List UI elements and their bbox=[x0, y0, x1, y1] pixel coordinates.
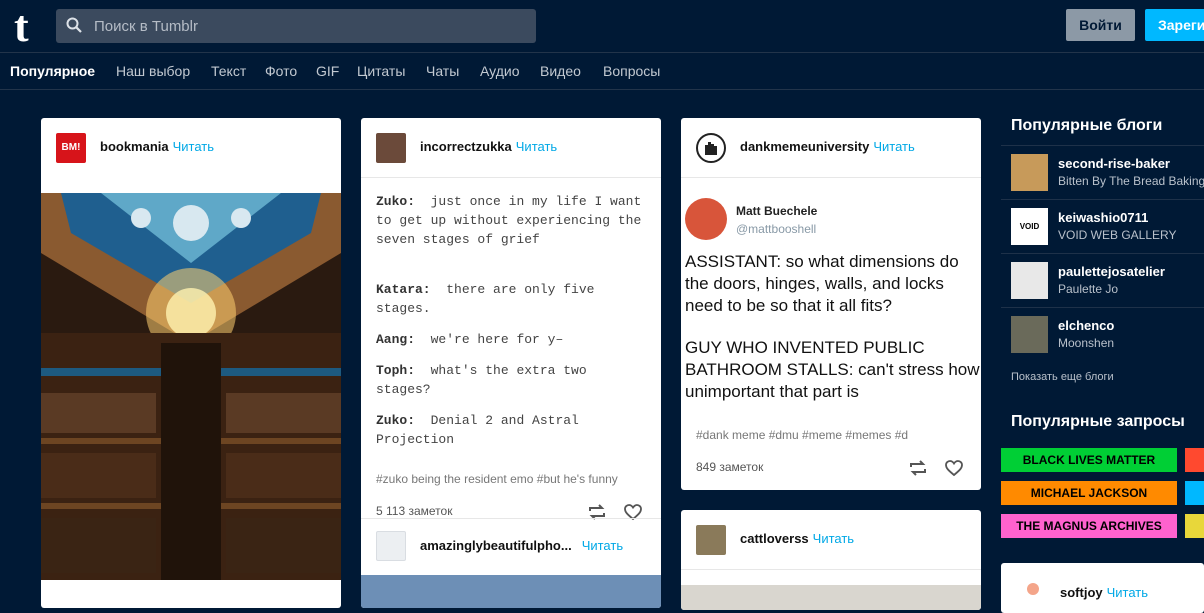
notes-count[interactable]: 5 113 заметок bbox=[376, 504, 452, 518]
query-michael-jackson[interactable]: MICHAEL JACKSON bbox=[1001, 481, 1177, 505]
blog-name: incorrectzukka Читать bbox=[420, 139, 557, 154]
library-photo[interactable] bbox=[41, 193, 341, 580]
blog-name[interactable]: second-rise-baker bbox=[1058, 156, 1170, 171]
login-button[interactable]: Войти bbox=[1066, 9, 1135, 41]
explore-tabs: Популярное Наш выбор Текст Фото GIF Цита… bbox=[0, 54, 1204, 90]
blog-name: bookmania Читать bbox=[100, 139, 214, 154]
query-chip[interactable] bbox=[1185, 481, 1204, 505]
tab-gif[interactable]: GIF bbox=[316, 63, 339, 79]
blog-name-link[interactable]: amazinglybeautifulpho... bbox=[420, 538, 572, 553]
divider bbox=[361, 518, 661, 519]
post-header: BM! bookmania Читать bbox=[41, 118, 341, 176]
avatar[interactable] bbox=[1011, 316, 1048, 353]
blog-title: VOID WEB GALLERY bbox=[1058, 228, 1177, 242]
tab-audio[interactable]: Аудио bbox=[480, 63, 520, 79]
blog-name-link[interactable]: cattloverss bbox=[740, 531, 809, 546]
show-more-blogs-link[interactable]: Показать еще блоги bbox=[1011, 371, 1114, 383]
post-card: cattloverss Читать bbox=[681, 510, 981, 610]
blog-name[interactable]: elchenco bbox=[1058, 318, 1114, 333]
tab-popular[interactable]: Популярное bbox=[10, 63, 95, 79]
blog-title: Bitten By The Bread Baking Bug bbox=[1058, 174, 1204, 188]
avatar[interactable] bbox=[376, 531, 406, 561]
tweet-handle: @mattbooshell bbox=[736, 222, 817, 236]
divider bbox=[681, 569, 981, 570]
post-card: BM! bookmania Читать bbox=[41, 118, 341, 608]
query-the-magnus-archives[interactable]: THE MAGNUS ARCHIVES bbox=[1001, 514, 1177, 538]
blog-name-link[interactable]: dankmemeuniversity bbox=[740, 139, 869, 154]
sky-photo[interactable] bbox=[361, 575, 661, 608]
post-header: dankmemeuniversity Читать bbox=[681, 118, 981, 176]
tab-staff-picks[interactable]: Наш выбор bbox=[116, 63, 190, 79]
avatar[interactable] bbox=[1027, 583, 1039, 595]
post-card: dankmemeuniversity Читать Matt Buechele @… bbox=[681, 118, 981, 490]
post-photo[interactable] bbox=[681, 585, 981, 610]
tumblr-logo[interactable]: t bbox=[14, 5, 42, 49]
blog-name: amazinglybeautifulpho... Читать bbox=[420, 538, 623, 553]
avatar[interactable] bbox=[1011, 154, 1048, 191]
follow-link[interactable]: Читать bbox=[582, 538, 623, 553]
avatar[interactable] bbox=[376, 133, 406, 163]
tab-text[interactable]: Текст bbox=[211, 63, 246, 79]
follow-link[interactable]: Читать bbox=[873, 139, 914, 154]
blog-name: cattloverss Читать bbox=[740, 531, 854, 546]
blog-row[interactable]: second-rise-baker Bitten By The Bread Ba… bbox=[1001, 145, 1204, 197]
popular-queries-title: Популярные запросы bbox=[1011, 413, 1185, 430]
post-card: incorrectzukka Читать Zuko: just once in … bbox=[361, 118, 661, 608]
search-input[interactable] bbox=[94, 9, 524, 43]
search-box[interactable] bbox=[56, 9, 536, 43]
blog-name[interactable]: keiwashio0711 bbox=[1058, 210, 1148, 225]
query-chip[interactable] bbox=[1185, 514, 1204, 538]
post-header: incorrectzukka Читать bbox=[361, 118, 661, 176]
tweet-text: GUY WHO INVENTED PUBLIC BATHROOM STALLS:… bbox=[685, 338, 980, 401]
avatar[interactable]: BM! bbox=[56, 133, 86, 163]
notes-count[interactable]: 849 заметок bbox=[696, 460, 763, 474]
blog-name: dankmemeuniversity Читать bbox=[740, 139, 915, 154]
popular-blogs-title: Популярные блоги bbox=[1011, 117, 1163, 134]
avatar[interactable] bbox=[1011, 262, 1048, 299]
blog-name-link[interactable]: incorrectzukka bbox=[420, 139, 512, 154]
blog-title: Moonshen bbox=[1058, 336, 1115, 350]
blog-row[interactable]: VOID keiwashio0711 VOID WEB GALLERY bbox=[1001, 199, 1204, 251]
chat-line: Toph: what's the extra two stages? bbox=[376, 363, 587, 397]
divider bbox=[361, 177, 661, 178]
tweet-author: Matt Buechele bbox=[736, 204, 818, 218]
tab-photo[interactable]: Фото bbox=[265, 63, 297, 79]
chat-line: Katara: there are only five stages. bbox=[376, 282, 595, 316]
query-black-lives-matter[interactable]: BLACK LIVES MATTER bbox=[1001, 448, 1177, 472]
tab-video[interactable]: Видео bbox=[540, 63, 581, 79]
avatar[interactable]: VOID bbox=[1011, 208, 1048, 245]
blog-row[interactable]: elchenco Moonshen bbox=[1001, 307, 1204, 359]
chat-line: Aang: we're here for y– bbox=[376, 332, 564, 347]
query-chip[interactable] bbox=[1185, 448, 1204, 472]
follow-link[interactable]: Читать bbox=[173, 139, 214, 154]
search-icon bbox=[66, 17, 82, 33]
blog-title: Paulette Jo bbox=[1058, 282, 1119, 296]
tweet-avatar bbox=[685, 198, 727, 240]
blog-name-link[interactable]: softjoy bbox=[1060, 585, 1103, 600]
avatar[interactable] bbox=[696, 525, 726, 555]
follow-link[interactable]: Читать bbox=[1107, 585, 1148, 600]
top-bar: t Войти Зарегистрироваться bbox=[0, 0, 1204, 53]
tab-questions[interactable]: Вопросы bbox=[603, 63, 660, 79]
heart-icon[interactable] bbox=[944, 459, 964, 477]
blog-name[interactable]: paulettejosatelier bbox=[1058, 264, 1165, 279]
tab-quotes[interactable]: Цитаты bbox=[357, 63, 405, 79]
reblog-icon[interactable] bbox=[908, 459, 928, 477]
blog-row[interactable]: paulettejosatelier Paulette Jo bbox=[1001, 253, 1204, 305]
chat-line: Zuko: Denial 2 and Astral Projection bbox=[376, 413, 579, 447]
follow-link[interactable]: Читать bbox=[516, 139, 557, 154]
recommended-blog-card: softjoy Читать bbox=[1001, 563, 1204, 613]
blog-name-link[interactable]: bookmania bbox=[100, 139, 169, 154]
divider bbox=[681, 177, 981, 178]
post-header: cattloverss Читать bbox=[681, 510, 981, 568]
blog-name: softjoy Читать bbox=[1060, 585, 1148, 600]
post-tags[interactable]: #dank meme #dmu #meme #memes #d bbox=[696, 428, 981, 442]
follow-link[interactable]: Читать bbox=[813, 531, 854, 546]
post-tags[interactable]: #zuko being the resident emo #but he's f… bbox=[376, 472, 651, 486]
register-button[interactable]: Зарегистрироваться bbox=[1145, 9, 1204, 41]
avatar[interactable] bbox=[696, 133, 726, 163]
chat-line: Zuko: just once in my life I want to get… bbox=[376, 194, 642, 247]
tab-chats[interactable]: Чаты bbox=[426, 63, 459, 79]
tweet-text: ASSISTANT: so what dimensions do the doo… bbox=[685, 252, 959, 315]
